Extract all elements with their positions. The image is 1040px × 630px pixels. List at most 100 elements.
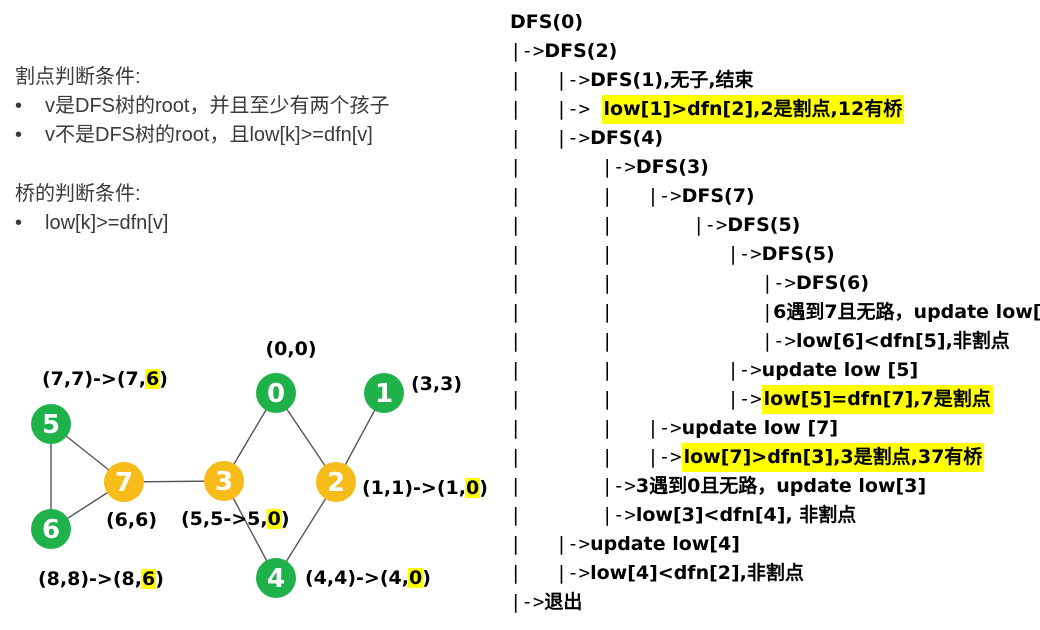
trace-line: |-> 退出	[510, 588, 1040, 617]
cut-vertex-title: 割点判断条件:	[15, 66, 141, 88]
coord-part-2-0: (1,1)->(1,	[362, 477, 466, 499]
svg-text:(8,8)->(8,6): (8,8)->(8,6)	[38, 568, 164, 590]
trace-text: update low [7]	[681, 417, 839, 439]
node-0: 0	[256, 373, 296, 413]
node-label-1: 1	[375, 379, 393, 409]
trace-line: | |-> DFS(4)	[510, 124, 1040, 153]
trace-indent: | | |->	[510, 243, 762, 265]
coord-part-3-2: )	[281, 508, 290, 530]
cut-vertex-condition-root: v是DFS树的root，并且至少有两个孩子	[15, 92, 389, 121]
trace-indent: | | |->	[510, 330, 796, 352]
node-4: 4	[256, 558, 296, 598]
coord-label-0: (0,0)	[265, 338, 316, 360]
node-label-2: 2	[327, 468, 345, 498]
node-1: 1	[364, 373, 404, 413]
trace-text: DFS(3)	[635, 156, 709, 178]
coord-part-5-2: )	[159, 368, 168, 390]
graph-nodes: 0 1 2 3 4 5 6 7	[31, 373, 404, 598]
coord-part-4-2: )	[422, 567, 431, 589]
trace-line: | | |-> DFS(7)	[510, 182, 1040, 211]
coord-part-0-0: (0,0)	[265, 338, 316, 360]
trace-indent: | | |->	[510, 185, 682, 207]
svg-text:(7,7)->(7,6): (7,7)->(7,6)	[42, 368, 168, 390]
node-label-0: 0	[267, 379, 285, 409]
trace-line: |-> DFS(2)	[510, 37, 1040, 66]
trace-indent: | | |->	[510, 388, 762, 410]
trace-line: | | | 6遇到7且无路，update low[6]	[510, 298, 1040, 327]
svg-text:(3,3): (3,3)	[411, 373, 462, 395]
node-2: 2	[316, 462, 356, 502]
coord-label-4: (4,4)->(4,0)	[305, 567, 431, 589]
trace-indent: | |->	[510, 156, 636, 178]
trace-indent: | |->	[510, 98, 602, 120]
dfs-trace: DFS(0) |-> DFS(2) | |-> DFS(1),无子,结束 | |-> lo…	[510, 8, 1040, 617]
node-label-5: 5	[42, 410, 60, 440]
trace-indent: | | |->	[510, 417, 682, 439]
trace-indent: | |->	[510, 562, 591, 584]
trace-line: | | |-> low[7]>dfn[3],3是割点,37有桥	[510, 443, 1040, 472]
trace-text: 3遇到0且无路，update low[3]	[635, 475, 927, 497]
trace-text-highlighted: low[1]>dfn[2],2是割点,12有桥	[601, 95, 905, 124]
trace-indent: | |->	[510, 533, 591, 555]
node-7: 7	[104, 462, 144, 502]
trace-line: | | |-> DFS(6)	[510, 269, 1040, 298]
node-5: 5	[31, 404, 71, 444]
trace-line: | |-> 3遇到0且无路，update low[3]	[510, 472, 1040, 501]
coord-highlight-6: 6	[142, 568, 155, 590]
trace-indent: | |->	[510, 504, 636, 526]
trace-line: | | |-> DFS(5)	[510, 240, 1040, 269]
trace-indent: | | |->	[510, 214, 728, 236]
trace-text: DFS(0)	[510, 11, 584, 33]
trace-text: DFS(6)	[795, 272, 870, 294]
coord-part-6-0: (8,8)->(8,	[38, 568, 142, 590]
coord-label-5: (7,7)->(7,6)	[42, 368, 168, 390]
bridge-condition: low[k]>=dfn[v]	[15, 209, 168, 238]
coord-label-3: (5,5->5,0)	[181, 508, 290, 530]
trace-text: DFS(2)	[544, 40, 618, 62]
coord-label-6: (8,8)->(8,6)	[38, 568, 164, 590]
trace-text: DFS(5)	[727, 214, 801, 236]
trace-line: | |-> DFS(3)	[510, 153, 1040, 182]
svg-text:(1,1)->(1,0): (1,1)->(1,0)	[362, 477, 488, 499]
node-label-4: 4	[267, 564, 285, 594]
coord-label-1: (3,3)	[411, 373, 462, 395]
trace-text: DFS(5)	[761, 243, 835, 265]
trace-text: DFS(1),无子,结束	[590, 69, 754, 91]
trace-text: low[4]<dfn[2],非割点	[590, 562, 804, 584]
coord-part-4-0: (4,4)->(4,	[305, 567, 409, 589]
node-label-7: 7	[115, 468, 133, 498]
trace-line: | |-> DFS(1),无子,结束	[510, 66, 1040, 95]
trace-indent: | | |->	[510, 272, 796, 294]
trace-text-highlighted: low[7]>dfn[3],3是割点,37有桥	[681, 443, 985, 472]
trace-line: | |-> low[3]<dfn[4], 非割点	[510, 501, 1040, 530]
trace-line: | | |-> low[5]=dfn[7],7是割点	[510, 385, 1040, 414]
coord-part-3-0: (5,5->5,	[181, 508, 268, 530]
trace-text: 6遇到7且无路，update low[6]	[773, 301, 1040, 323]
trace-line: DFS(0)	[510, 8, 1040, 37]
coord-highlight-5: 6	[146, 368, 159, 390]
trace-indent: | | |->	[510, 359, 762, 381]
node-label-6: 6	[42, 515, 60, 545]
trace-indent: |->	[510, 40, 545, 62]
node-label-3: 3	[215, 467, 233, 497]
node-3: 3	[204, 461, 244, 501]
bridge-conditions: 桥的判断条件: low[k]>=dfn[v]	[15, 180, 168, 238]
trace-text: DFS(4)	[590, 127, 664, 149]
trace-line: | | |-> DFS(5)	[510, 211, 1040, 240]
trace-line: | |-> low[1]>dfn[2],2是割点,12有桥	[510, 95, 1040, 124]
trace-text-highlighted: low[5]=dfn[7],7是割点	[761, 385, 993, 414]
trace-indent: | |->	[510, 127, 591, 149]
trace-indent: |->	[510, 591, 545, 613]
trace-line: | |-> update low[4]	[510, 530, 1040, 559]
coord-label-2: (1,1)->(1,0)	[362, 477, 488, 499]
trace-indent: | |->	[510, 69, 591, 91]
coord-highlight-4: 0	[409, 567, 422, 589]
trace-line: | | |-> low[6]<dfn[5],非割点	[510, 327, 1040, 356]
coord-highlight-3: 0	[268, 508, 281, 530]
trace-text: DFS(7)	[681, 185, 755, 207]
node-6: 6	[31, 509, 71, 549]
svg-text:(6,6): (6,6)	[106, 509, 157, 531]
coord-part-5-0: (7,7)->(7,	[42, 368, 146, 390]
trace-text: low[3]<dfn[4], 非割点	[635, 504, 857, 526]
trace-indent: | | |->	[510, 446, 682, 468]
